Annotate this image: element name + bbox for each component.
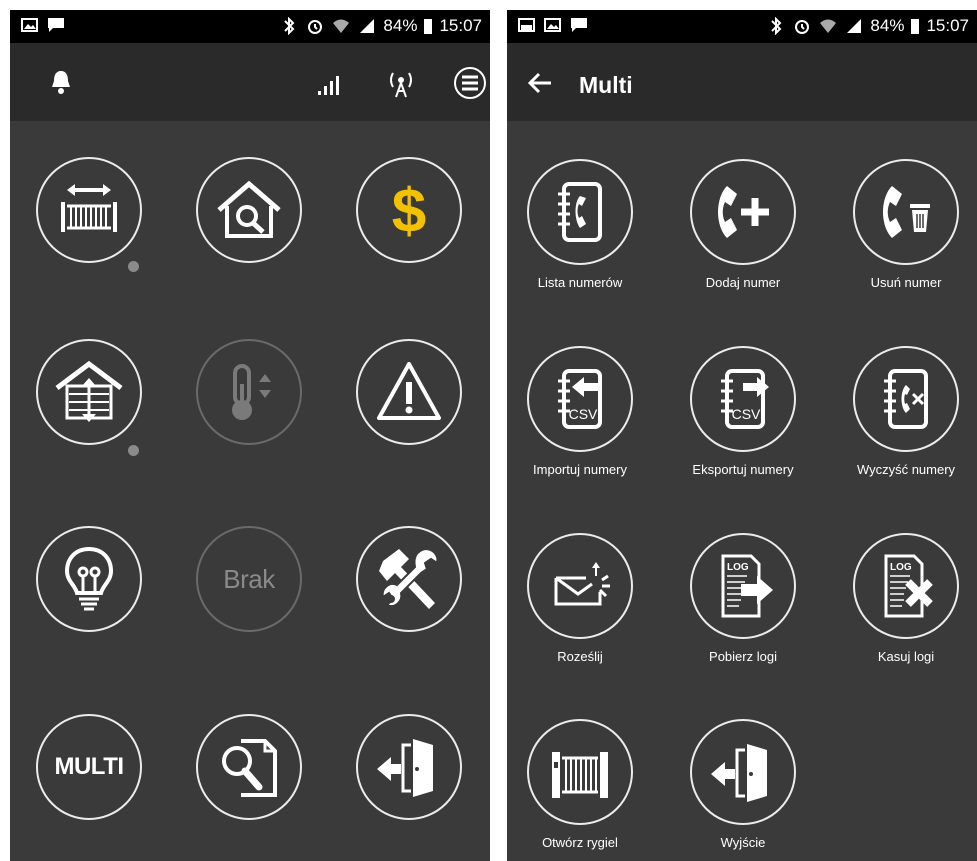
message-notification-icon: [571, 18, 587, 32]
thermometer-icon: [232, 364, 271, 420]
import-numbers-button[interactable]: CSV: [527, 346, 633, 452]
garage-door-tile[interactable]: [36, 339, 142, 445]
gallery-notification-icon: [544, 18, 561, 32]
delete-number-label: Usuń numer: [870, 275, 942, 290]
send-envelope-icon: [554, 562, 610, 606]
dollar-icon: $: [392, 177, 426, 246]
exit-button[interactable]: [690, 719, 796, 825]
light-bulb-tile[interactable]: [36, 526, 142, 632]
main-screen: 84% 15:07 $ Brak MULTI: [10, 10, 490, 861]
delete-log-button[interactable]: LOG: [853, 533, 959, 639]
battery-icon: [911, 19, 920, 34]
exit-door-icon: [377, 739, 433, 797]
battery-icon: [424, 19, 433, 34]
multi-tile-label: MULTI: [54, 753, 124, 780]
signal-bars-icon[interactable]: [316, 73, 342, 97]
light-bulb-icon: [64, 546, 114, 611]
thermometer-tile[interactable]: [196, 339, 302, 445]
import-csv-icon: CSV: [558, 369, 602, 429]
screenshot-notification-icon: [518, 18, 535, 32]
warning-tile[interactable]: [356, 339, 462, 445]
log-text: LOG: [727, 562, 749, 573]
open-bolt-button[interactable]: [527, 719, 633, 825]
clear-numbers-button[interactable]: [853, 346, 959, 452]
wifi-icon: [820, 19, 837, 33]
gallery-notification-icon: [21, 18, 38, 32]
broadcast-button[interactable]: [527, 533, 633, 639]
clear-numbers-icon: [884, 369, 928, 429]
import-numbers-label: Importuj numery: [533, 462, 627, 477]
export-numbers-label: Eksportuj numery: [692, 462, 794, 477]
status-bar: 84% 15:07: [507, 10, 977, 43]
status-bar: 84% 15:07: [10, 10, 490, 43]
bell-icon[interactable]: [50, 69, 72, 95]
svg-text:$: $: [392, 177, 426, 246]
phonebook-label: Lista numerów: [537, 275, 623, 290]
phonebook-icon: [558, 182, 602, 242]
delete-log-label: Kasuj logi: [877, 649, 935, 664]
empty-tile[interactable]: Brak: [196, 526, 302, 632]
alarm-icon: [795, 20, 810, 34]
broadcast-label: Roześlij: [557, 649, 603, 664]
csv-text: CSV: [732, 406, 761, 422]
delete-number-button[interactable]: [853, 159, 959, 265]
download-log-icon: LOG: [721, 554, 773, 618]
bluetooth-icon: [771, 17, 782, 35]
status-dot: [128, 445, 139, 456]
toolbar: Multi: [507, 43, 977, 121]
csv-text: CSV: [569, 406, 598, 422]
clock: 15:07: [926, 16, 969, 35]
wifi-icon: [333, 19, 350, 33]
toolbar: [10, 43, 490, 121]
page-title: Multi: [579, 72, 633, 98]
battery-percent: 84%: [870, 16, 905, 35]
warning-icon: [377, 362, 441, 420]
phone-add-icon: [718, 186, 769, 238]
tiles-grid: $ Brak MULTI: [10, 121, 490, 861]
house-search-icon: [217, 180, 281, 238]
download-log-button[interactable]: LOG: [690, 533, 796, 639]
export-csv-icon: CSV: [721, 369, 769, 429]
tools-icon: [379, 547, 439, 609]
exit-tile[interactable]: [356, 714, 462, 820]
add-number-label: Dodaj numer: [705, 275, 781, 290]
phone-delete-icon: [883, 186, 930, 238]
sliding-gate-icon: [61, 184, 117, 232]
message-notification-icon: [48, 18, 64, 32]
document-search-icon: [222, 739, 277, 797]
phonebook-button[interactable]: [527, 159, 633, 265]
battery-percent: 84%: [383, 16, 418, 35]
dollar-tile[interactable]: $: [356, 157, 462, 263]
multi-tile[interactable]: MULTI: [36, 714, 142, 820]
antenna-icon[interactable]: [384, 69, 418, 99]
gate-open-icon: [552, 752, 608, 798]
exit-door-icon: [711, 744, 767, 802]
open-bolt-label: Otwórz rygiel: [542, 835, 618, 850]
exit-label: Wyjście: [720, 835, 766, 850]
alarm-icon: [308, 20, 323, 34]
sliding-gate-tile[interactable]: [36, 157, 142, 263]
download-log-label: Pobierz logi: [709, 649, 777, 664]
clock: 15:07: [439, 16, 482, 35]
cell-signal-icon: [360, 19, 375, 33]
status-dot: [128, 261, 139, 272]
clear-numbers-label: Wyczyść numery: [856, 462, 956, 477]
add-number-button[interactable]: [690, 159, 796, 265]
garage-door-icon: [55, 360, 123, 422]
hamburger-menu-icon[interactable]: [453, 66, 487, 100]
multi-menu-grid: Lista numerów Dodaj numer Usuń numer CSV…: [507, 121, 977, 861]
log-text: LOG: [890, 562, 912, 573]
delete-log-icon: LOG: [884, 554, 933, 618]
tools-tile[interactable]: [356, 526, 462, 632]
back-arrow-icon[interactable]: [527, 71, 553, 95]
document-search-tile[interactable]: [196, 714, 302, 820]
multi-screen: 84% 15:07 Multi Lista numerów Dodaj nume…: [507, 10, 977, 861]
export-numbers-button[interactable]: CSV: [690, 346, 796, 452]
cell-signal-icon: [847, 19, 862, 33]
bluetooth-icon: [284, 17, 295, 35]
house-search-tile[interactable]: [196, 157, 302, 263]
empty-tile-label: Brak: [223, 563, 275, 594]
